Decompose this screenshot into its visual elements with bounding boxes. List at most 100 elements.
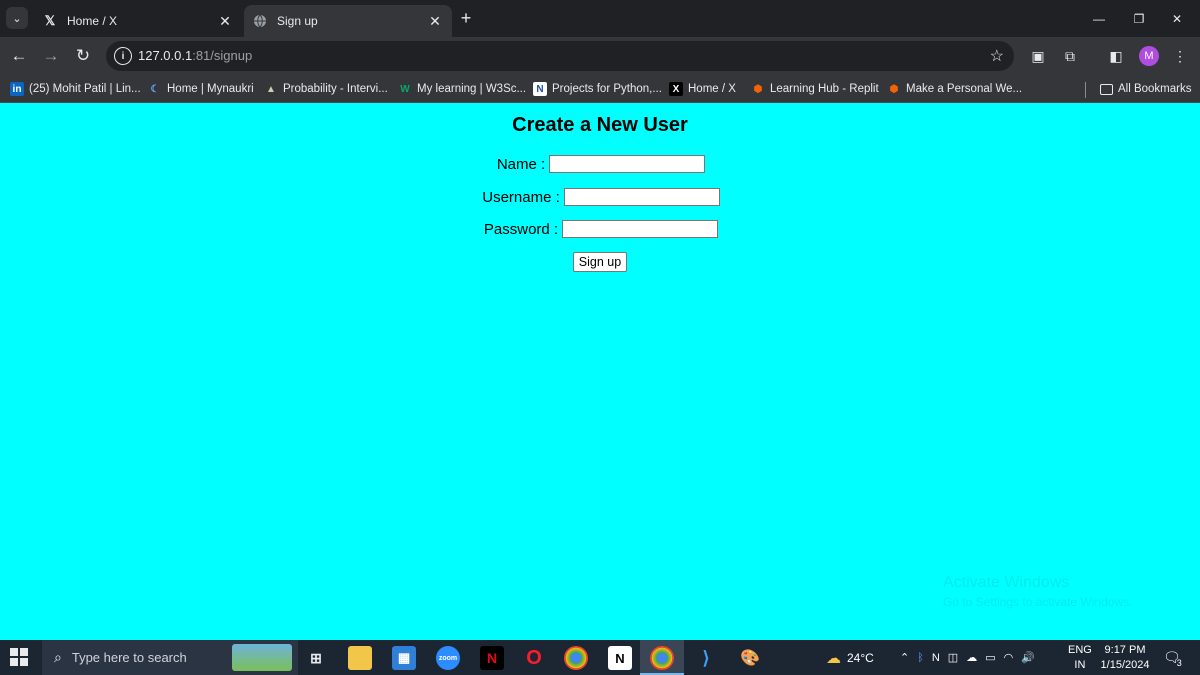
profile-avatar[interactable]: M bbox=[1139, 46, 1159, 66]
language-code: ENG bbox=[1068, 644, 1092, 656]
x-logo-icon: X bbox=[669, 82, 683, 96]
close-icon[interactable]: ✕ bbox=[216, 12, 234, 30]
page-title: Create a New User bbox=[512, 114, 688, 136]
watermark-subtitle: Go to Settings to activate Windows. bbox=[943, 595, 1133, 609]
bookmark-w3schools[interactable]: W My learning | W3Sc... bbox=[398, 80, 526, 98]
reload-button[interactable]: ↻ bbox=[71, 44, 95, 68]
notion-icon[interactable]: N bbox=[608, 646, 632, 670]
chrome-profile-icon[interactable] bbox=[650, 646, 674, 670]
window-close-button[interactable]: ✕ bbox=[1154, 0, 1200, 37]
close-icon[interactable]: ✕ bbox=[426, 12, 444, 30]
forward-button[interactable]: → bbox=[39, 44, 63, 68]
onedrive-icon[interactable]: ☁ bbox=[966, 651, 977, 664]
taskbar: ⌕ Type here to search ⊞ ▦ zoom N O N ⟩ 🎨… bbox=[0, 640, 1200, 675]
bookmark-linkedin[interactable]: in (25) Mohit Patil | Lin... bbox=[10, 80, 141, 98]
replit-icon: ⬢ bbox=[753, 83, 763, 95]
back-button[interactable]: ← bbox=[7, 44, 31, 68]
side-panel-icon[interactable]: ◧ bbox=[1106, 46, 1126, 66]
chrome-icon[interactable] bbox=[564, 646, 588, 670]
bookmarks-divider bbox=[1085, 82, 1086, 98]
file-explorer-icon[interactable] bbox=[348, 646, 372, 670]
username-row: Username : bbox=[0, 188, 1200, 206]
bluetooth-icon[interactable]: ᛒ bbox=[917, 652, 924, 664]
bookmark-label: Home / X bbox=[688, 83, 736, 95]
bookmark-label: Home | Mynaukri bbox=[167, 83, 254, 95]
tab-strip: ⌄ 𝕏 Home / X ✕ Sign up ✕ + — ❐ ✕ bbox=[0, 0, 1200, 37]
weather-temp: 24°C bbox=[847, 650, 874, 665]
x-logo-icon: 𝕏 bbox=[44, 13, 56, 28]
region-code: IN bbox=[1074, 659, 1086, 671]
new-tab-button[interactable]: + bbox=[456, 8, 476, 28]
username-label: Username : bbox=[482, 188, 560, 206]
bookmark-replit-hub[interactable]: ⬢ Learning Hub - Replit bbox=[751, 80, 879, 98]
bookmarks-bar: in (25) Mohit Patil | Lin... ☾ Home | My… bbox=[0, 75, 1200, 103]
password-input[interactable] bbox=[562, 220, 719, 238]
media-icon[interactable]: ▣ bbox=[1028, 46, 1048, 66]
mynaukri-icon: ☾ bbox=[150, 83, 160, 95]
battery-icon[interactable]: ▭ bbox=[985, 651, 995, 664]
password-row: Password : bbox=[0, 220, 1200, 238]
language-indicator[interactable]: ENG IN bbox=[1068, 643, 1092, 673]
bookmark-projects-python[interactable]: N Projects for Python,... bbox=[533, 80, 662, 98]
wifi-icon[interactable]: ◠ bbox=[1004, 651, 1014, 664]
bookmark-label: Projects for Python,... bbox=[552, 83, 662, 95]
opera-icon[interactable]: O bbox=[522, 646, 546, 670]
url-text[interactable]: 127.0.0.1:81/signup bbox=[138, 48, 252, 63]
notification-center[interactable]: 🗨 3 bbox=[1163, 640, 1182, 675]
tab-home-x[interactable]: 𝕏 Home / X ✕ bbox=[34, 5, 242, 37]
notification-count: 3 bbox=[1176, 657, 1182, 668]
volume-icon[interactable]: 🔊 bbox=[1021, 651, 1035, 664]
menu-kebab-icon[interactable]: ⋮ bbox=[1170, 46, 1190, 66]
clock[interactable]: 9:17 PM 1/15/2024 bbox=[1098, 643, 1152, 673]
clock-time: 9:17 PM bbox=[1104, 644, 1146, 656]
extensions-icon[interactable]: ⧉ bbox=[1060, 46, 1080, 66]
address-bar[interactable]: i 127.0.0.1:81/signup ☆ bbox=[106, 41, 1014, 71]
bookmark-label: Probability - Intervi... bbox=[283, 83, 388, 95]
globe-icon bbox=[252, 13, 268, 29]
task-view-icon[interactable]: ⊞ bbox=[304, 646, 328, 670]
page-content: Create a New User Name : Username : Pass… bbox=[0, 104, 1200, 640]
folder-icon bbox=[1100, 83, 1113, 95]
tab-search-button[interactable]: ⌄ bbox=[6, 7, 28, 29]
bookmark-probability[interactable]: ▲ Probability - Intervi... bbox=[264, 80, 388, 98]
chevron-up-icon[interactable]: ⌃ bbox=[900, 651, 909, 664]
windows-start-button[interactable] bbox=[10, 648, 28, 666]
paint-icon[interactable]: 🎨 bbox=[738, 646, 762, 670]
chevron-down-icon: ⌄ bbox=[12, 12, 22, 25]
all-bookmarks-button[interactable]: All Bookmarks bbox=[1100, 80, 1192, 98]
zoom-icon[interactable]: zoom bbox=[436, 646, 460, 670]
search-icon: ⌕ bbox=[54, 649, 62, 665]
notion-tray-icon[interactable]: N bbox=[932, 652, 940, 664]
bookmark-label: Make a Personal We... bbox=[906, 83, 1023, 95]
bookmark-mynaukri[interactable]: ☾ Home | Mynaukri bbox=[148, 80, 254, 98]
w3schools-icon: W bbox=[400, 83, 410, 95]
weather-icon: ☁ bbox=[826, 649, 841, 667]
submit-row: Sign up bbox=[0, 252, 1200, 272]
bookmark-personal-web[interactable]: ⬢ Make a Personal We... bbox=[887, 80, 1023, 98]
taskbar-search[interactable]: ⌕ Type here to search bbox=[42, 640, 298, 675]
weather-widget[interactable]: ☁ 24°C bbox=[826, 640, 874, 675]
search-highlight-image bbox=[232, 644, 292, 671]
clock-date: 1/15/2024 bbox=[1100, 659, 1150, 671]
tab-title: Sign up bbox=[277, 14, 318, 28]
name-row: Name : bbox=[0, 155, 1200, 173]
tab-title: Home / X bbox=[67, 14, 118, 28]
name-input[interactable] bbox=[549, 155, 706, 173]
tab-sign-up[interactable]: Sign up ✕ bbox=[244, 5, 452, 37]
sign-up-button[interactable]: Sign up bbox=[573, 252, 627, 272]
watermark-title: Activate Windows bbox=[943, 574, 1070, 591]
linkedin-icon: in bbox=[10, 82, 24, 96]
password-label: Password : bbox=[483, 220, 559, 238]
vscode-icon[interactable]: ⟩ bbox=[694, 646, 718, 670]
site-info-icon[interactable]: i bbox=[114, 47, 132, 65]
n-logo-icon: N bbox=[533, 82, 547, 96]
system-tray: ⌃ ᛒ N ◫ ☁ ▭ ◠ 🔊 bbox=[900, 640, 1035, 675]
bookmark-star-icon[interactable]: ☆ bbox=[990, 46, 1004, 66]
meet-icon[interactable]: ◫ bbox=[948, 651, 958, 664]
bookmark-label: All Bookmarks bbox=[1118, 83, 1192, 95]
netflix-icon[interactable]: N bbox=[480, 646, 504, 670]
browser-toolbar: ← → ↻ i 127.0.0.1:81/signup ☆ ▣ ⧉ ◧ M ⋮ bbox=[0, 37, 1200, 75]
bookmark-home-x[interactable]: X Home / X bbox=[669, 80, 736, 98]
store-icon[interactable]: ▦ bbox=[392, 646, 416, 670]
username-input[interactable] bbox=[563, 188, 720, 206]
